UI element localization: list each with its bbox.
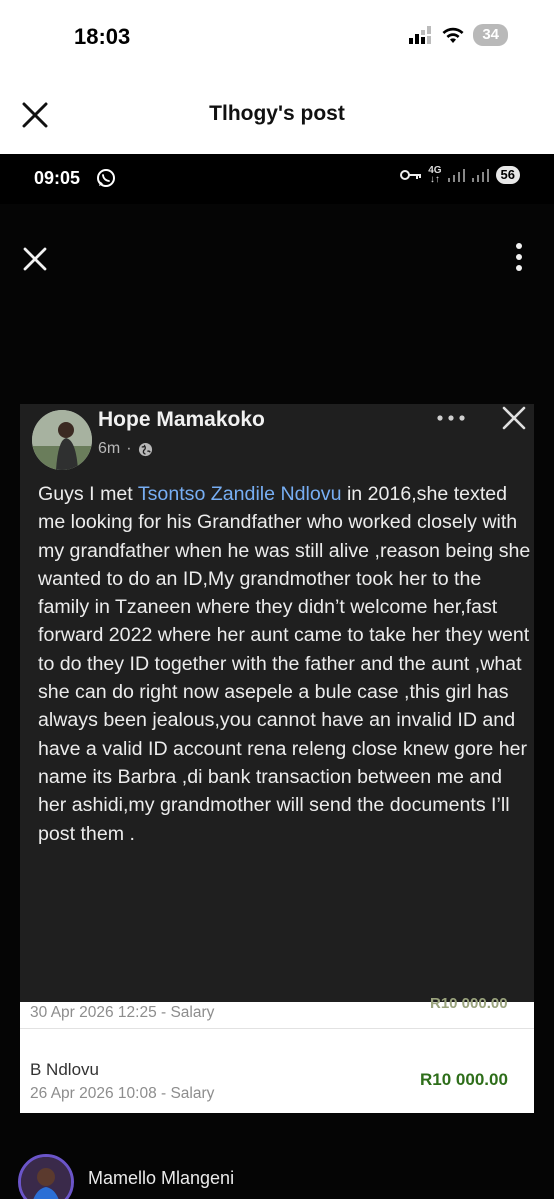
mention-link[interactable]: Tsontso Zandile Ndlovu [138,483,342,505]
inner-status-bar: 09:05 4G ↓↑ 56 [0,154,554,204]
page-title: Tlhogy's post [209,102,345,125]
transaction-name: B Ndlovu [30,1060,99,1079]
comment-author[interactable]: Mamello Mlangeni [88,1168,234,1189]
avatar[interactable] [32,410,92,470]
meta-separator: · [126,440,132,457]
status-icons: 34 [409,24,508,46]
inner-status-icons: 4G ↓↑ 56 [400,165,520,185]
post-author[interactable]: Hope Mamakoko [98,408,265,432]
transaction-amount: R10 000.00 [420,1070,508,1089]
avatar[interactable] [18,1154,74,1199]
post-text-intro: Guys I met [38,483,138,505]
status-time: 18:03 [74,24,131,49]
more-horizontal-icon[interactable] [436,412,466,424]
inner-status-time: 09:05 [34,168,81,188]
transaction-amount: R10 000.00 [430,995,508,1012]
embedded-screenshot: 09:05 4G ↓↑ 56 Hope Mamakoko 6m · Guys I… [0,154,554,1199]
bank-transactions: R10 000.00 30 Apr 2026 12:25 - Salary B … [20,995,534,1113]
network-label: 4G [428,165,442,176]
divider [20,1028,534,1029]
more-vertical-icon[interactable] [512,242,526,272]
transaction-date: 26 Apr 2026 10:08 - Salary [30,1085,215,1102]
post-body: Guys I met Tsontso Zandile Ndlovu in 201… [38,480,532,848]
post-text-body: in 2016,she texted me looking for his Gr… [38,483,531,845]
post-header: Tlhogy's post [0,78,554,154]
globe-icon [138,442,152,456]
signal-icon [447,169,465,182]
outer-status-bar: 18:03 34 [0,0,554,78]
post-meta: 6m · [98,440,153,458]
network-type: 4G ↓↑ [428,165,442,185]
avatar-photo [21,1157,71,1199]
post-time: 6m [98,440,121,457]
signal-icon [409,26,432,44]
battery-indicator: 34 [473,24,508,46]
inner-battery-indicator: 56 [495,166,520,184]
signal-icon-secondary [471,169,489,182]
close-icon[interactable] [22,246,48,272]
wifi-icon [442,27,464,43]
transaction-date: 30 Apr 2026 12:25 - Salary [30,1004,215,1021]
facebook-post: Hope Mamakoko 6m · Guys I met Tsontso Za… [20,404,534,1009]
whatsapp-icon [97,169,115,187]
close-icon[interactable] [500,404,528,432]
key-icon [400,170,422,180]
avatar-photo [32,410,92,470]
